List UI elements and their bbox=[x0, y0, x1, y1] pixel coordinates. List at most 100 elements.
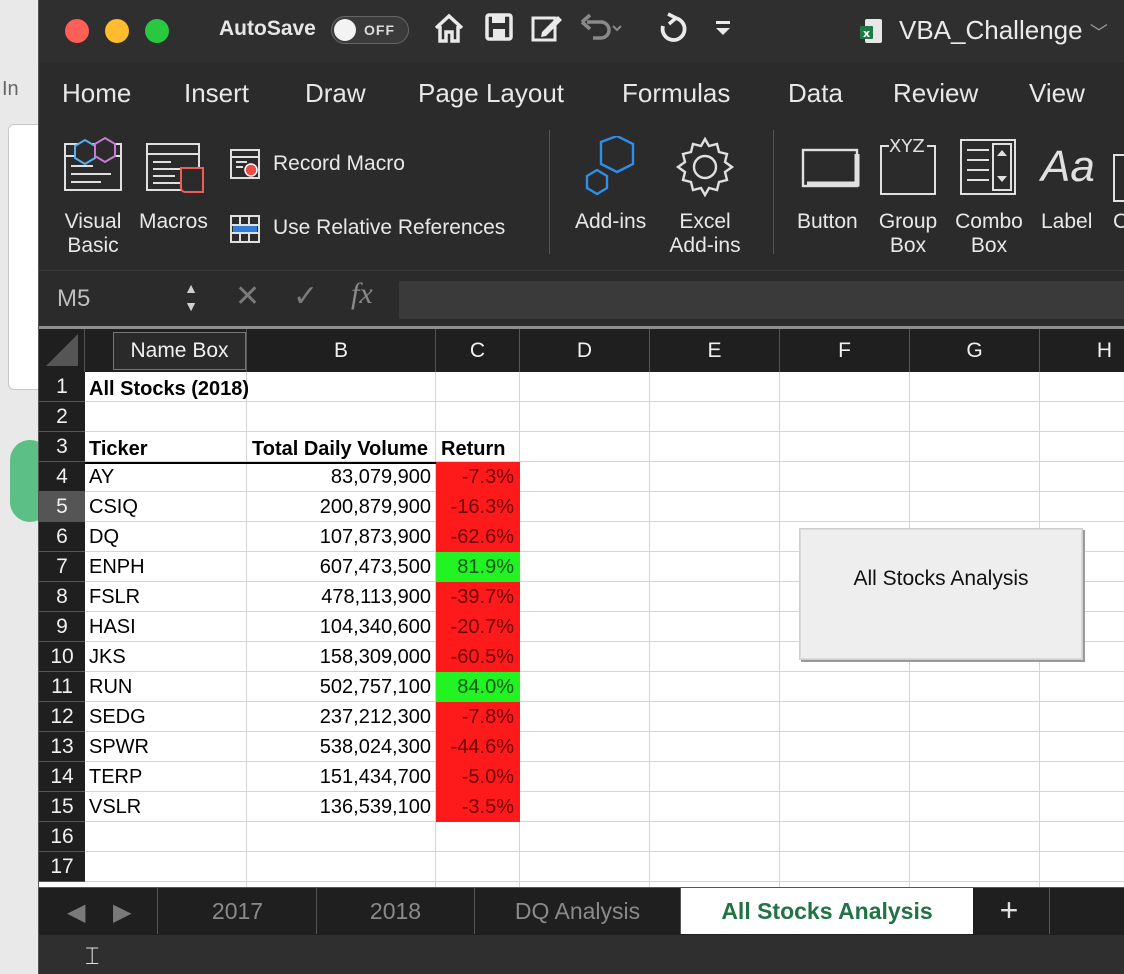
header-volume[interactable]: Total Daily Volume bbox=[252, 434, 428, 464]
row-header[interactable]: 2 bbox=[39, 402, 85, 432]
ticker-cell[interactable]: HASI bbox=[89, 612, 136, 642]
volume-cell[interactable]: 237,212,300 bbox=[247, 702, 431, 732]
next-sheet-icon[interactable]: ▶ bbox=[113, 898, 131, 927]
column-header-b[interactable]: B bbox=[247, 329, 436, 372]
volume-cell[interactable]: 478,113,900 bbox=[247, 582, 431, 612]
close-window-button[interactable] bbox=[65, 19, 89, 43]
tab-draw[interactable]: Draw bbox=[305, 78, 366, 109]
row-header[interactable]: 14 bbox=[39, 762, 85, 792]
row-header[interactable]: 17 bbox=[39, 852, 85, 882]
return-cell[interactable]: -16.3% bbox=[436, 492, 520, 522]
column-header-d[interactable]: D bbox=[520, 329, 650, 372]
document-title[interactable]: VBA_Challenge ﹀ bbox=[859, 15, 1108, 46]
volume-cell[interactable]: 158,309,000 bbox=[247, 642, 431, 672]
ticker-cell[interactable]: RUN bbox=[89, 672, 132, 702]
return-cell[interactable]: -7.3% bbox=[436, 462, 520, 492]
return-cell[interactable]: -62.6% bbox=[436, 522, 520, 552]
sheet-tab-2017[interactable]: 2017 bbox=[159, 888, 317, 934]
column-header-c[interactable]: C bbox=[436, 329, 520, 372]
edit-icon[interactable] bbox=[527, 12, 567, 53]
ticker-cell[interactable]: FSLR bbox=[89, 582, 140, 612]
column-header-f[interactable]: F bbox=[780, 329, 910, 372]
row-header[interactable]: 13 bbox=[39, 732, 85, 762]
tab-insert[interactable]: Insert bbox=[184, 78, 249, 109]
ticker-cell[interactable]: JKS bbox=[89, 642, 126, 672]
formula-input[interactable] bbox=[399, 281, 1124, 319]
ticker-cell[interactable]: CSIQ bbox=[89, 492, 138, 522]
redo-icon[interactable] bbox=[653, 12, 693, 55]
maximize-window-button[interactable] bbox=[145, 19, 169, 43]
column-header-e[interactable]: E bbox=[650, 329, 780, 372]
volume-cell[interactable]: 607,473,500 bbox=[247, 552, 431, 582]
add-sheet-button[interactable]: + bbox=[989, 892, 1029, 929]
check-icon[interactable]: ✓ bbox=[293, 279, 318, 314]
return-cell[interactable]: -5.0% bbox=[436, 762, 520, 792]
minimize-window-button[interactable] bbox=[105, 19, 129, 43]
tab-review[interactable]: Review bbox=[893, 78, 978, 109]
volume-cell[interactable]: 107,873,900 bbox=[247, 522, 431, 552]
tab-formulas[interactable]: Formulas bbox=[622, 78, 730, 109]
macro-recording-icon[interactable]: ⌶ bbox=[85, 943, 99, 971]
sheet-tab-all-stocks-analysis[interactable]: All Stocks Analysis bbox=[681, 888, 973, 934]
return-cell[interactable]: -44.6% bbox=[436, 732, 520, 762]
prev-sheet-icon[interactable]: ◀ bbox=[67, 898, 85, 927]
row-header[interactable]: 10 bbox=[39, 642, 85, 672]
undo-icon[interactable] bbox=[579, 12, 622, 53]
row-header[interactable]: 3 bbox=[39, 432, 85, 462]
header-return[interactable]: Return bbox=[441, 434, 505, 464]
ticker-cell[interactable]: ENPH bbox=[89, 552, 145, 582]
name-box-stepper-icon[interactable]: ▲ ▼ bbox=[181, 279, 201, 315]
row-header[interactable]: 1 bbox=[39, 372, 85, 402]
tab-home[interactable]: Home bbox=[62, 78, 131, 109]
volume-cell[interactable]: 83,079,900 bbox=[247, 462, 431, 492]
autosave-toggle[interactable]: OFF bbox=[331, 16, 409, 44]
all-stocks-analysis-button[interactable]: All Stocks Analysis bbox=[799, 528, 1083, 660]
header-ticker[interactable]: Ticker bbox=[89, 434, 148, 464]
save-icon[interactable] bbox=[479, 12, 519, 51]
ticker-cell[interactable]: AY bbox=[89, 462, 114, 492]
cancel-icon[interactable]: ✕ bbox=[235, 279, 260, 314]
sheet-tab-2018[interactable]: 2018 bbox=[317, 888, 475, 934]
row-header[interactable]: 11 bbox=[39, 672, 85, 702]
name-box[interactable]: M5 bbox=[57, 285, 90, 313]
return-cell[interactable]: -20.7% bbox=[436, 612, 520, 642]
row-header[interactable]: 5 bbox=[39, 492, 85, 522]
tab-page-layout[interactable]: Page Layout bbox=[418, 78, 564, 109]
sheet-tab-dq-analysis[interactable]: DQ Analysis bbox=[475, 888, 681, 934]
column-header-h[interactable]: H bbox=[1040, 329, 1124, 372]
customize-toolbar-icon[interactable] bbox=[703, 12, 743, 48]
ticker-cell[interactable]: VSLR bbox=[89, 792, 141, 822]
sheet-title-cell[interactable]: All Stocks (2018) bbox=[89, 374, 249, 404]
return-cell[interactable]: -60.5% bbox=[436, 642, 520, 672]
volume-cell[interactable]: 151,434,700 bbox=[247, 762, 431, 792]
home-icon[interactable] bbox=[429, 12, 469, 53]
tab-data[interactable]: Data bbox=[788, 78, 843, 109]
column-header-g[interactable]: G bbox=[910, 329, 1040, 372]
return-cell[interactable]: 81.9% bbox=[436, 552, 520, 582]
tab-view[interactable]: View bbox=[1029, 78, 1085, 109]
volume-cell[interactable]: 104,340,600 bbox=[247, 612, 431, 642]
insert-function-icon[interactable]: fx bbox=[351, 277, 373, 311]
row-header[interactable]: 15 bbox=[39, 792, 85, 822]
return-cell[interactable]: -39.7% bbox=[436, 582, 520, 612]
row-header[interactable]: 7 bbox=[39, 552, 85, 582]
row-header[interactable]: 4 bbox=[39, 462, 85, 492]
volume-cell[interactable]: 502,757,100 bbox=[247, 672, 431, 702]
select-all-button[interactable] bbox=[39, 329, 85, 372]
volume-cell[interactable]: 200,879,900 bbox=[247, 492, 431, 522]
volume-cell[interactable]: 136,539,100 bbox=[247, 792, 431, 822]
row-header[interactable]: 9 bbox=[39, 612, 85, 642]
spreadsheet-grid[interactable]: B C D E F G H Name Box 1 2 3 4 5 6 7 8 9 10 11 12 13… bbox=[39, 329, 1124, 887]
return-cell[interactable]: 84.0% bbox=[436, 672, 520, 702]
row-header[interactable]: 8 bbox=[39, 582, 85, 612]
ticker-cell[interactable]: DQ bbox=[89, 522, 119, 552]
row-header[interactable]: 12 bbox=[39, 702, 85, 732]
ticker-cell[interactable]: SEDG bbox=[89, 702, 146, 732]
ticker-cell[interactable]: SPWR bbox=[89, 732, 149, 762]
row-header[interactable]: 6 bbox=[39, 522, 85, 552]
volume-cell[interactable]: 538,024,300 bbox=[247, 732, 431, 762]
return-cell[interactable]: -7.8% bbox=[436, 702, 520, 732]
return-cell[interactable]: -3.5% bbox=[436, 792, 520, 822]
ticker-cell[interactable]: TERP bbox=[89, 762, 142, 792]
row-header[interactable]: 16 bbox=[39, 822, 85, 852]
